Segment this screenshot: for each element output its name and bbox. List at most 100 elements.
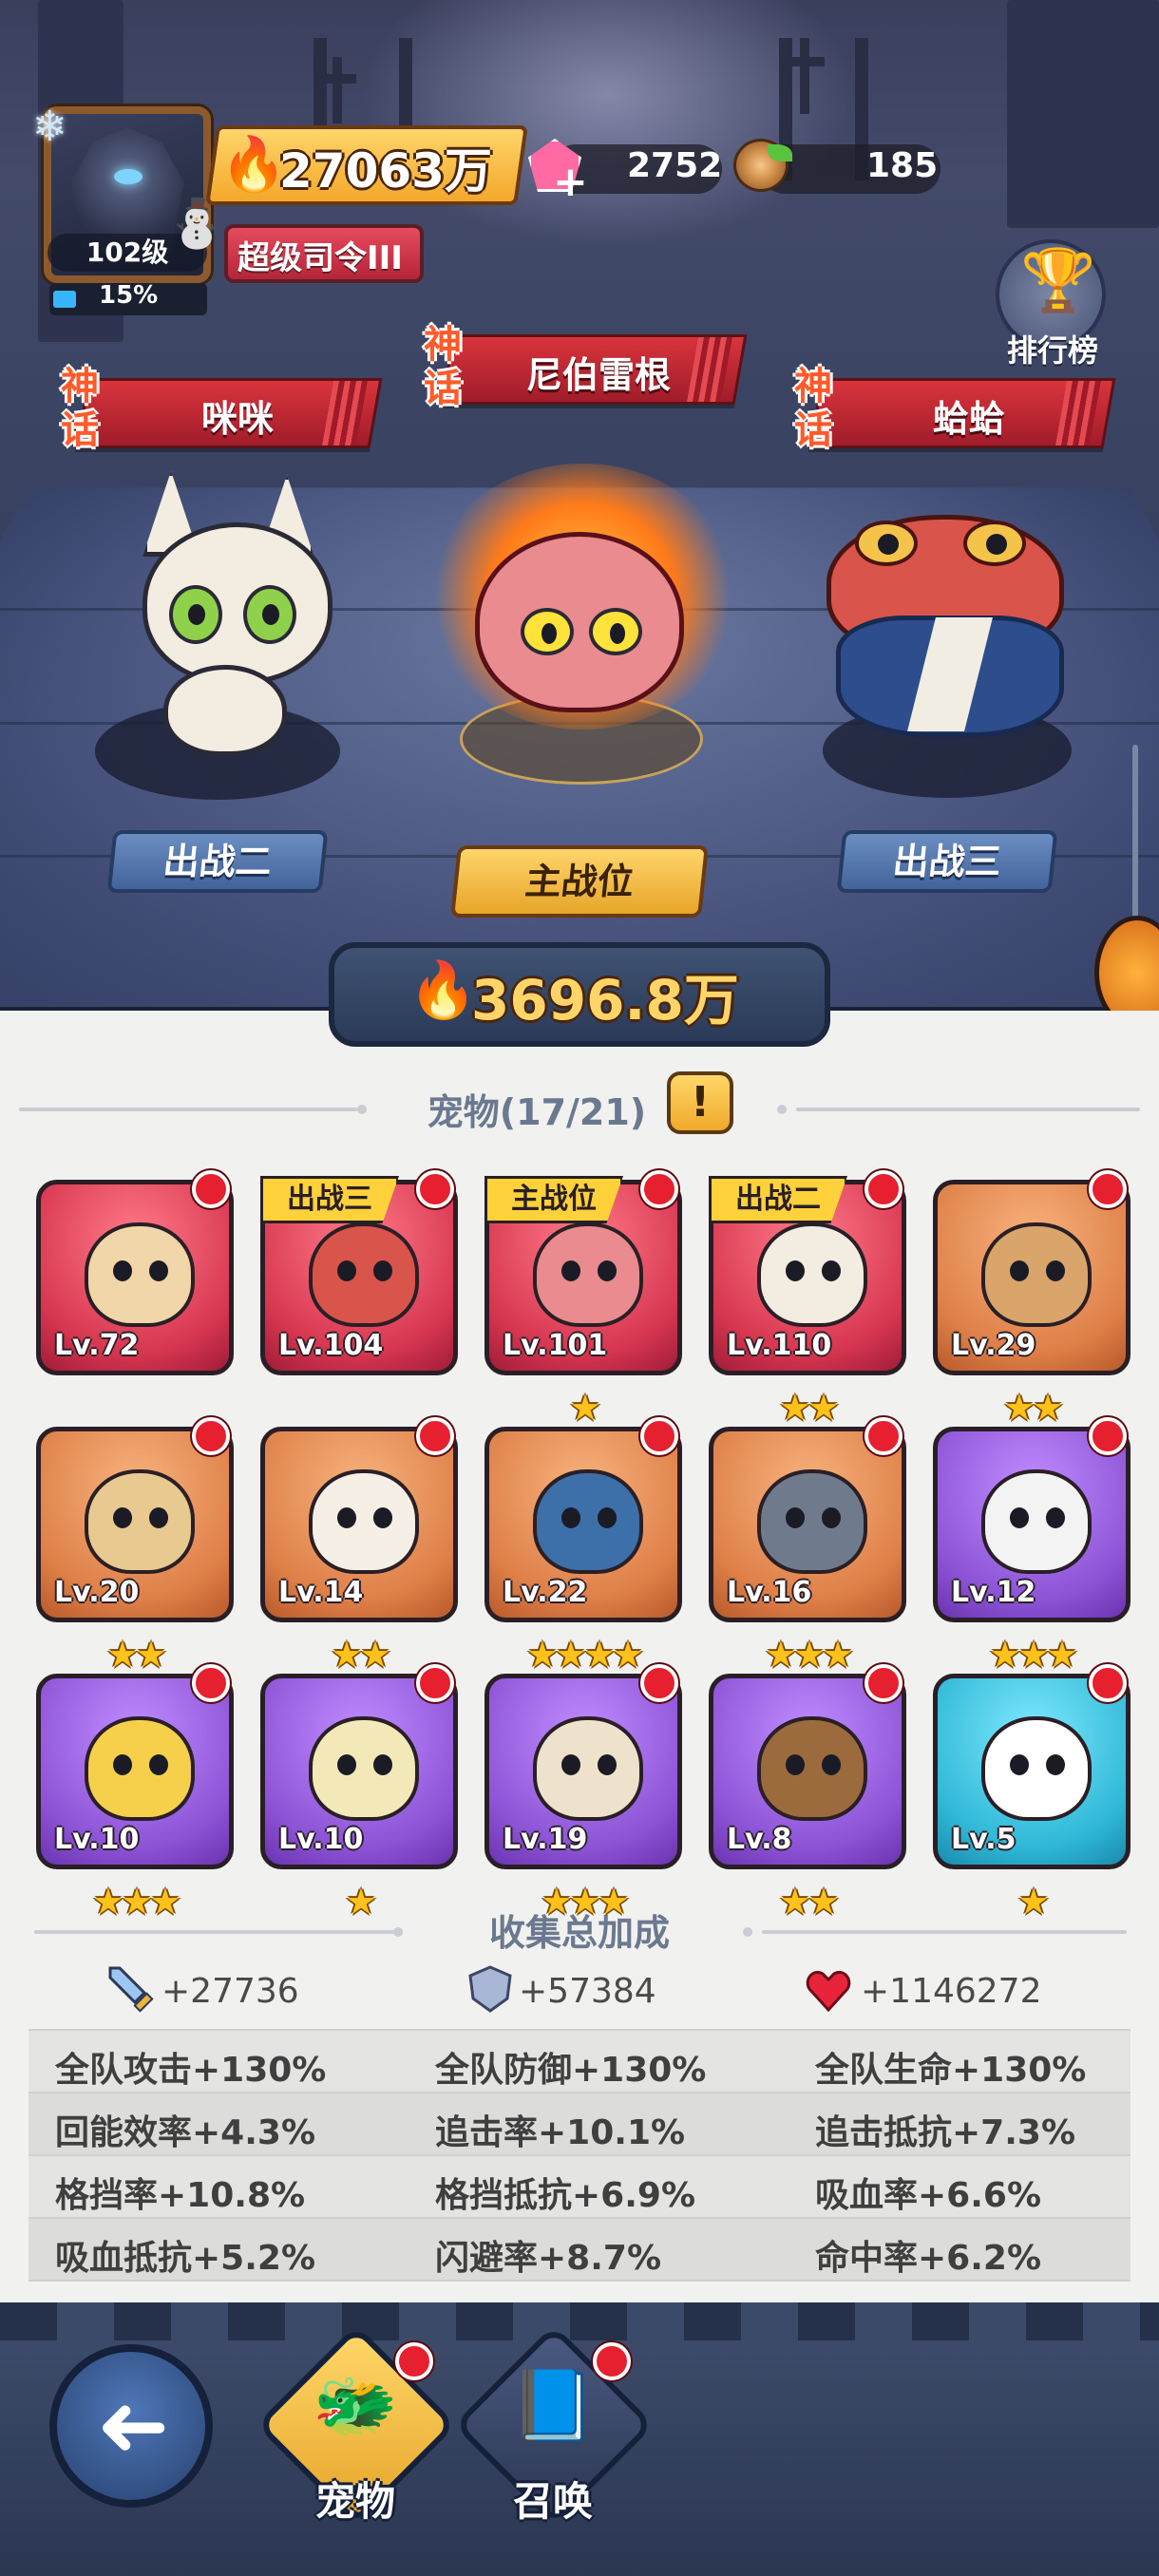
sword-icon — [108, 1966, 154, 2013]
notification-dot — [593, 2342, 631, 2380]
pet-card[interactable]: Lv.29 — [933, 1180, 1130, 1375]
pet-level: Lv.14 — [278, 1576, 364, 1609]
myth-tier-badge: 神话 — [794, 365, 832, 452]
pet-level: Lv.10 — [278, 1823, 364, 1856]
leaderboard-label[interactable]: 排行榜 — [1003, 327, 1102, 370]
divider-line — [34, 1930, 395, 1934]
pet-level: Lv.72 — [54, 1329, 140, 1362]
nav-pets-label[interactable]: 宠物 — [279, 2470, 431, 2528]
pet-card[interactable]: Lv.19 — [484, 1674, 682, 1869]
team-power: 3696.8万 — [471, 968, 739, 1032]
pets-header: 宠物(17/21) — [427, 1091, 647, 1133]
pet-portrait — [533, 1716, 643, 1821]
pet-level: Lv.20 — [54, 1576, 140, 1609]
pet-level: Lv.8 — [727, 1823, 792, 1856]
pet-level: Lv.104 — [278, 1329, 384, 1362]
notification-dot — [864, 1170, 902, 1208]
pet-stars: ★★★ — [540, 1881, 630, 1923]
right-building — [1007, 0, 1159, 228]
stat-value: 命中率+6.2% — [815, 2239, 1042, 2278]
pet-card[interactable]: Lv.14 — [260, 1427, 458, 1622]
pet-card[interactable]: Lv.5 — [933, 1674, 1130, 1869]
stat-value: 回能效率+4.3% — [55, 2113, 316, 2152]
pet-card[interactable]: Lv.12 — [933, 1427, 1130, 1622]
trophy-icon: 🏆 — [1020, 246, 1096, 316]
pet-level: Lv.110 — [727, 1329, 832, 1362]
pet-portrait — [309, 1222, 419, 1327]
pet-portrait — [533, 1469, 643, 1574]
pet-level: Lv.16 — [727, 1576, 812, 1609]
stat-row: 全队攻击+130% 全队防御+130% 全队生命+130% — [28, 2031, 1130, 2093]
divider-dot — [777, 1105, 787, 1114]
exp-bar-fill — [53, 291, 76, 308]
pet-name-right: 蛤蛤 — [932, 398, 1005, 440]
notification-dot — [192, 1170, 230, 1208]
health-bonus: +1146272 — [861, 1972, 1042, 2011]
grave-cross — [785, 57, 825, 66]
pet-portrait — [981, 1222, 1092, 1327]
slot-3-button[interactable]: 出战三 — [836, 830, 1058, 893]
pet-stars: ★ — [1016, 1881, 1050, 1923]
slot-2-button[interactable]: 出战二 — [106, 830, 329, 893]
pet-portrait — [85, 1716, 195, 1821]
shield-icon — [468, 1965, 512, 2013]
stat-value: 追击率+10.1% — [435, 2113, 686, 2152]
deploy-tag: 出战二 — [709, 1176, 847, 1223]
pet-level: Lv.22 — [503, 1576, 588, 1609]
pet-portrait — [757, 1222, 867, 1327]
divider-line — [762, 1930, 1127, 1934]
notification-dot — [640, 1417, 678, 1455]
pet-portrait — [981, 1716, 1092, 1821]
notification-dot — [640, 1170, 678, 1208]
knight-visor — [114, 169, 142, 184]
pet-portrait — [85, 1222, 195, 1327]
fire-icon: 🔥 — [408, 957, 478, 1022]
main-slot-button[interactable]: 主战位 — [450, 845, 709, 918]
notification-dot — [192, 1664, 230, 1702]
pet-stars: ★★★ — [91, 1881, 181, 1923]
deploy-tag: 主战位 — [484, 1176, 623, 1223]
deploy-tag: 出战三 — [260, 1176, 399, 1223]
grave-cross — [800, 38, 809, 114]
nav-summon-label[interactable]: 召唤 — [477, 2470, 629, 2528]
rank-title: 超级司令III — [238, 239, 403, 277]
pet-card[interactable]: Lv.10 — [36, 1674, 234, 1869]
pet-portrait — [981, 1469, 1092, 1574]
defense-bonus: +57384 — [519, 1972, 656, 2011]
player-power: 27063万 — [279, 143, 492, 199]
divider-dot — [393, 1927, 403, 1937]
pet-card[interactable]: Lv.20 — [36, 1427, 234, 1622]
pet-card[interactable]: Lv.22 — [484, 1427, 682, 1622]
pet-portrait — [757, 1716, 867, 1821]
notification-dot — [864, 1417, 902, 1455]
stat-value: 吸血抵抗+5.2% — [55, 2239, 316, 2278]
pet-level: Lv.10 — [54, 1823, 140, 1856]
grave-cross — [332, 57, 342, 123]
warning-icon[interactable]: ! — [667, 1071, 733, 1134]
pet-card[interactable]: Lv.16 — [709, 1427, 906, 1622]
gem-count: 2752 — [627, 146, 723, 185]
pet-name-center: 尼伯雷根 — [525, 354, 671, 396]
notification-dot — [416, 1664, 454, 1702]
wood-count: 185 — [866, 146, 939, 185]
stat-row: 格挡率+10.8% 格挡抵抗+6.9% 吸血率+6.6% — [28, 2156, 1130, 2219]
pet-card[interactable]: Lv.72 — [36, 1180, 234, 1375]
divider-dot — [743, 1927, 752, 1937]
notification-dot — [1089, 1664, 1127, 1702]
pet-card[interactable]: Lv.10 — [260, 1674, 458, 1869]
notification-dot — [192, 1417, 230, 1455]
pet-portrait — [85, 1469, 195, 1574]
notification-dot — [864, 1664, 902, 1702]
pet-name-left: 咪咪 — [200, 398, 274, 440]
pet-card[interactable]: Lv.8 — [709, 1674, 906, 1869]
stat-value: 全队防御+130% — [435, 2051, 707, 2090]
back-arrow-icon: ➜ — [96, 2375, 170, 2476]
stat-row: 回能效率+4.3% 追击率+10.1% 追击抵抗+7.3% — [28, 2093, 1130, 2156]
stat-bonus-table: 全队攻击+130% 全队防御+130% 全队生命+130% 回能效率+4.3% 追击率+… — [28, 2029, 1130, 2282]
notification-dot — [1089, 1417, 1127, 1455]
heart-icon — [806, 1971, 851, 2013]
myth-tier-badge: 神话 — [424, 323, 462, 410]
add-gems-button[interactable]: + — [553, 158, 588, 206]
pet-level: Lv.5 — [951, 1823, 1016, 1856]
stat-value: 格挡抵抗+6.9% — [435, 2176, 696, 2215]
